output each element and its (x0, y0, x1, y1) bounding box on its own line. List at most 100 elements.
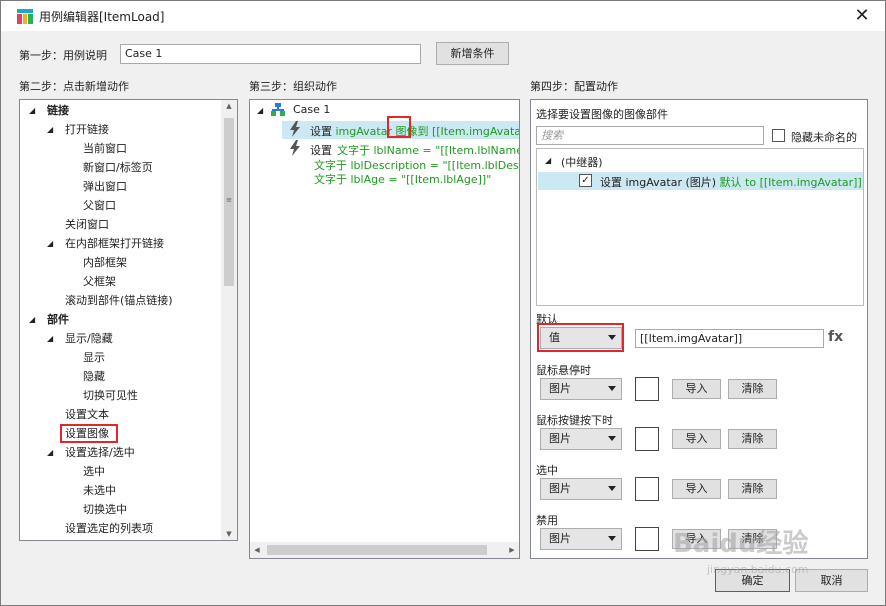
action1-to: 到 (417, 125, 429, 138)
widget-row-type: (图片) (685, 176, 717, 189)
action-tree-label: 设置选择/选中 (65, 446, 135, 459)
highlight-image-word (387, 116, 411, 138)
clear-button[interactable]: 清除 (728, 429, 777, 449)
action-tree-label: 关闭窗口 (65, 218, 109, 231)
import-button[interactable]: 导入 (672, 479, 721, 499)
cancel-button[interactable]: 取消 (795, 569, 868, 592)
image-preview-swatch[interactable] (635, 427, 659, 451)
scroll-up-icon[interactable]: ▲ (221, 102, 237, 110)
hide-unnamed-label: 隐藏未命名的 (791, 131, 857, 144)
collapse-icon-repeater[interactable]: ◢ (545, 156, 551, 165)
action-tree-label: 父框架 (83, 275, 116, 288)
action-tree-label: 设置选定的列表项 (65, 522, 153, 535)
collapse-icon[interactable]: ◢ (29, 310, 35, 329)
case-name[interactable]: Case 1 (293, 103, 330, 116)
widget-row-default: 默认 to [[Item.imgAvatar]] (719, 176, 862, 189)
fx-icon[interactable]: fx (828, 329, 843, 345)
action-tree-label: 隐藏 (83, 370, 105, 383)
widget-row-name: imgAvatar (625, 176, 682, 189)
chevron-down-icon (608, 436, 616, 441)
state-type-dropdown[interactable]: 图片 (540, 378, 622, 400)
clear-button[interactable]: 清除 (728, 529, 777, 549)
grip-icon: ≡ (226, 196, 232, 204)
action1-prefix: 设置 (310, 125, 332, 138)
import-button[interactable]: 导入 (672, 379, 721, 399)
hide-unnamed-checkbox[interactable] (772, 129, 785, 142)
collapse-icon[interactable]: ◢ (47, 234, 53, 253)
select-widget-label: 选择要设置图像的图像部件 (536, 108, 668, 121)
action1-target: imgAvatar (335, 125, 392, 138)
action-tree-label: 未选中 (83, 484, 116, 497)
step4-label: 第四步：配置动作 (530, 80, 618, 93)
repeater-node[interactable]: (中继器) (561, 154, 603, 170)
scroll-left-icon[interactable]: ◀ (252, 546, 262, 554)
highlight-value-type (537, 323, 624, 352)
widget-tree: ◢ (中继器) ✓ 设置 imgAvatar (图片) 默认 to [[Item… (536, 148, 864, 306)
collapse-icon[interactable]: ◢ (29, 101, 35, 120)
action1-value: [[Item.imgAvatar]] (431, 125, 520, 138)
action1-text[interactable]: 设置 imgAvatar 图像到 [[Item.imgAvatar]] (310, 123, 520, 139)
scroll-down-icon[interactable]: ▼ (221, 530, 237, 538)
window-title: 用例编辑器[ItemLoad] (39, 10, 165, 24)
action-tree-label: 弹出窗口 (83, 180, 127, 193)
state-label: 禁用 (536, 514, 558, 527)
close-icon[interactable]: ✕ (849, 4, 875, 28)
axure-app-icon (17, 9, 33, 24)
action-tree-label: 显示/隐藏 (65, 332, 113, 345)
action-tree-label: 当前窗口 (83, 142, 127, 155)
collapse-icon[interactable]: ◢ (47, 329, 53, 348)
import-button[interactable]: 导入 (672, 529, 721, 549)
action-tree-label: 打开链接 (65, 123, 109, 136)
case-editor-window: 用例编辑器[ItemLoad] ✕ 第一步：用例说明 Case 1 新增条件 第… (0, 0, 886, 606)
clear-button[interactable]: 清除 (728, 379, 777, 399)
configure-action-panel: 选择要设置图像的图像部件 搜索 隐藏未命名的 ◢ (中继器) ✓ 设置 imgA… (530, 99, 868, 559)
collapse-icon[interactable]: ◢ (257, 106, 263, 115)
state-label: 鼠标按键按下时 (536, 414, 613, 427)
state-type-dropdown[interactable]: 图片 (540, 528, 622, 550)
action-tree-label: 切换选中 (83, 503, 127, 516)
widget-row-text[interactable]: 设置 imgAvatar (图片) 默认 to [[Item.imgAvatar… (600, 174, 862, 190)
image-preview-swatch[interactable] (635, 477, 659, 501)
widget-checkbox[interactable]: ✓ (579, 174, 592, 187)
action-tree-label: 滚动到部件(锚点链接) (65, 294, 173, 307)
collapse-icon[interactable]: ◢ (47, 120, 53, 139)
action2-prefix[interactable]: 设置 (310, 142, 332, 158)
action-tree-label: 切换可见性 (83, 389, 138, 402)
action-tree-label: 父窗口 (83, 199, 116, 212)
image-preview-swatch[interactable] (635, 377, 659, 401)
action-tree-label: 设置文本 (65, 408, 109, 421)
ok-button[interactable]: 确定 (715, 569, 790, 592)
state-type-dropdown[interactable]: 图片 (540, 478, 622, 500)
widget-search-input[interactable]: 搜索 (536, 126, 764, 145)
action-tree-label: 链接 (47, 104, 69, 117)
actions-tree-panel: ◢ 链接 ◢ 打开链接当前窗口新窗口/标签页 弹出窗口父窗口关闭窗口 ◢ 在内部框架打开链接… (19, 99, 238, 541)
state-type-dropdown[interactable]: 图片 (540, 428, 622, 450)
import-button[interactable]: 导入 (672, 429, 721, 449)
hscroll-thumb[interactable] (267, 545, 487, 555)
scroll-right-icon[interactable]: ▶ (507, 546, 517, 554)
collapse-icon[interactable]: ◢ (47, 443, 53, 462)
chevron-down-icon (608, 486, 616, 491)
action2-line1[interactable]: 文字于 lblName = "[[Item.lblName]]", 与 (337, 142, 519, 158)
organize-hscrollbar[interactable]: ◀ ▶ (250, 542, 519, 558)
action2-line3[interactable]: 文字于 lblAge = "[[Item.lblAge]]" (314, 171, 491, 187)
chevron-down-icon (608, 386, 616, 391)
action-tree-label: 在内部框架打开链接 (65, 237, 164, 250)
action-tree-label: 显示 (83, 351, 105, 364)
state-label: 选中 (536, 464, 558, 477)
widget-row-prefix: 设置 (600, 176, 622, 189)
state-type-value: 图片 (549, 432, 571, 445)
state-type-value: 图片 (549, 532, 571, 545)
action-tree-label: 新窗口/标签页 (83, 161, 153, 174)
clear-button[interactable]: 清除 (728, 479, 777, 499)
lightning-icon (290, 121, 300, 137)
case-tree-icon (271, 103, 285, 116)
chevron-down-icon (608, 536, 616, 541)
case-description-input[interactable]: Case 1 (120, 44, 421, 64)
step2-label: 第二步：点击新增动作 (19, 80, 129, 93)
state-type-value: 图片 (549, 482, 571, 495)
add-condition-button[interactable]: 新增条件 (436, 42, 509, 65)
actions-tree-scrollbar[interactable]: ▲ ≡ ▼ (221, 100, 237, 540)
default-value-input[interactable]: [[Item.imgAvatar]] (635, 329, 824, 348)
image-preview-swatch[interactable] (635, 527, 659, 551)
